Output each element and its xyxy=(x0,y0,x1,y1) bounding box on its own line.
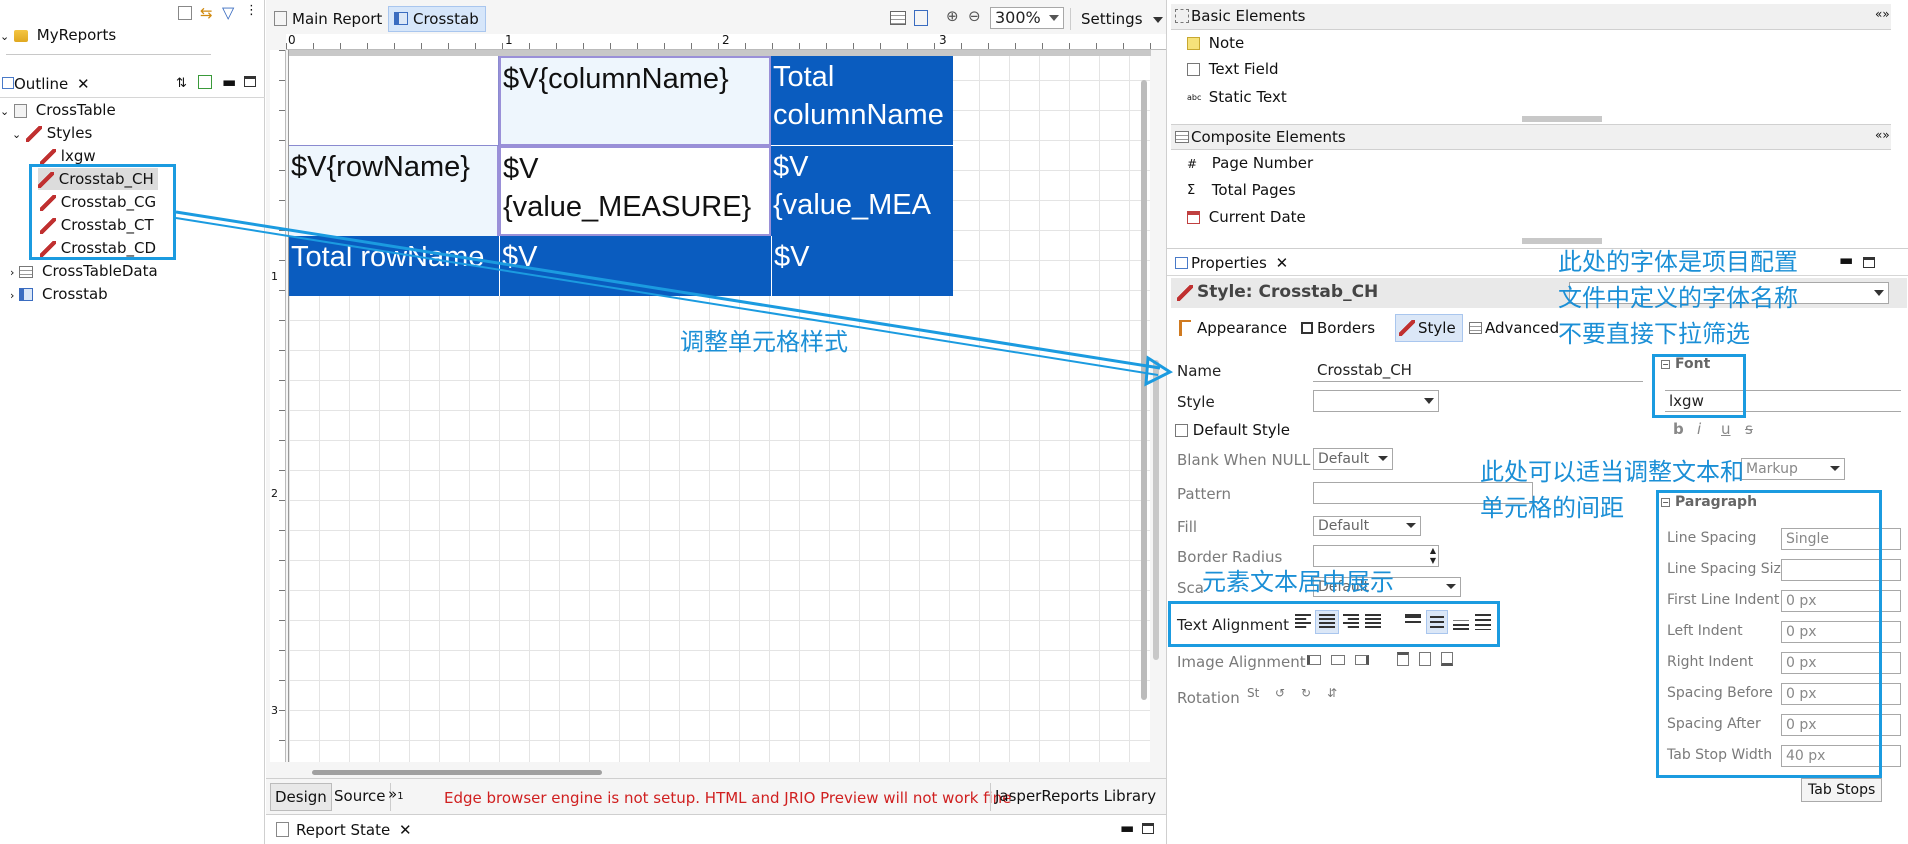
annotation-font-note: 此处的字体是项目配置 xyxy=(1558,248,1798,276)
arrow-line xyxy=(175,217,1159,376)
annotation-center-note: 元素文本居中展示 xyxy=(1202,568,1394,596)
arrow-line xyxy=(175,210,1161,370)
annotation-spacing-note: 此处可以适当调整文本和 xyxy=(1480,458,1744,486)
annotation-font-note: 不要直接下拉筛选 xyxy=(1558,320,1750,348)
annotation-adjust-cell-style: 调整单元格样式 xyxy=(680,328,848,356)
annotation-font-note: 文件中定义的字体名称 xyxy=(1558,284,1798,312)
arrow-head xyxy=(1144,355,1174,387)
annotation-arrow xyxy=(175,210,1174,387)
annotation-spacing-note: 单元格的间距 xyxy=(1480,494,1624,522)
